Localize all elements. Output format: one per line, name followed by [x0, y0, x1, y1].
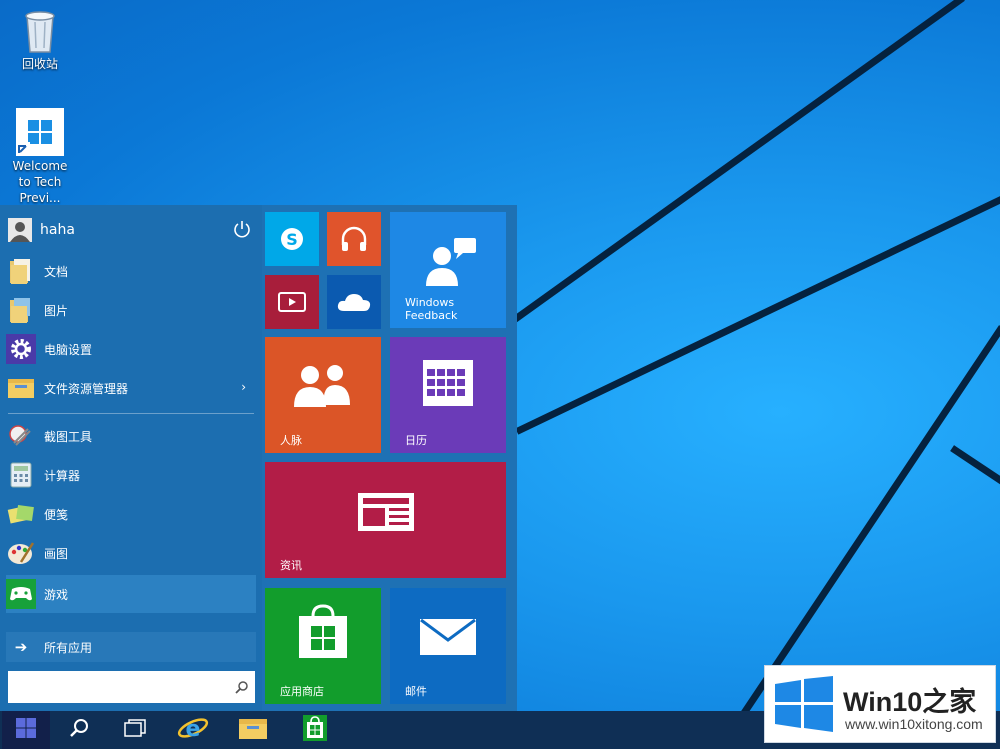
store-bag-icon — [265, 588, 381, 704]
svg-text:e: e — [186, 717, 201, 742]
tile-mail[interactable]: 邮件 — [390, 588, 506, 704]
windows-logo-icon — [773, 676, 835, 732]
start-menu: haha 文档 图片 电脑设置 文件资源管理器 › 截图工具 计算器 便笺 画图… — [0, 205, 517, 711]
all-apps-button[interactable]: ➔ 所有应用 — [6, 632, 256, 662]
menu-item-file-explorer[interactable]: 文件资源管理器 › — [6, 370, 256, 406]
svg-text:S: S — [286, 230, 298, 249]
menu-item-label: 画图 — [44, 546, 69, 561]
menu-item-label: 计算器 — [44, 468, 81, 483]
internet-explorer-button[interactable]: e — [170, 711, 216, 749]
desktop: 回收站 Welcome to Tech Previ... haha 文档 图片 … — [0, 0, 1000, 749]
menu-item-label: 文件资源管理器 — [44, 381, 129, 396]
sticky-notes-icon — [6, 499, 36, 529]
divider — [8, 413, 254, 414]
tile-calendar[interactable]: 日历 — [390, 337, 506, 453]
menu-item-documents[interactable]: 文档 — [6, 253, 256, 289]
menu-item-label: 文档 — [44, 264, 69, 279]
search-icon — [68, 717, 90, 743]
paint-icon — [6, 538, 36, 568]
recycle-bin-label: 回收站 — [21, 57, 58, 71]
tile-people[interactable]: 人脉 — [265, 337, 381, 453]
tile-video[interactable] — [265, 275, 319, 329]
menu-item-label: 图片 — [44, 303, 69, 318]
menu-item-games[interactable]: 游戏 — [6, 575, 256, 613]
user-name: haha — [40, 222, 75, 238]
menu-item-pc-settings[interactable]: 电脑设置 — [6, 331, 256, 367]
news-icon — [265, 462, 506, 578]
documents-folder-icon — [6, 256, 36, 286]
windows-logo-icon — [16, 108, 64, 156]
tile-news[interactable]: 资讯 — [265, 462, 506, 578]
task-view-icon — [123, 718, 147, 742]
watermark-logo: Win10之家 www.win10xitong.com — [764, 665, 996, 743]
menu-item-snipping-tool[interactable]: 截图工具 — [6, 418, 256, 454]
chevron-right-icon[interactable]: › — [241, 380, 246, 394]
start-menu-left-pane: haha 文档 图片 电脑设置 文件资源管理器 › 截图工具 计算器 便笺 画图… — [0, 205, 262, 711]
menu-item-sticky-notes[interactable]: 便笺 — [6, 496, 256, 532]
arrow-right-icon: ➔ — [14, 638, 28, 656]
start-search-input[interactable] — [8, 671, 255, 703]
start-button[interactable] — [2, 711, 50, 749]
settings-gear-icon — [6, 334, 36, 364]
user-account-button[interactable]: haha — [8, 213, 256, 247]
menu-item-label: 电脑设置 — [44, 342, 93, 357]
feedback-icon — [390, 212, 506, 328]
recycle-bin-shortcut[interactable]: 回收站 — [2, 8, 78, 72]
mail-icon — [390, 588, 506, 704]
snipping-tool-icon — [6, 421, 36, 451]
file-explorer-button[interactable] — [230, 711, 276, 749]
cloud-icon — [327, 275, 381, 329]
people-icon — [265, 337, 381, 453]
video-icon — [265, 275, 319, 329]
tile-music[interactable] — [327, 212, 381, 266]
menu-item-pictures[interactable]: 图片 — [6, 292, 256, 328]
store-bag-icon — [302, 714, 328, 746]
pictures-folder-icon — [6, 295, 36, 325]
store-button[interactable] — [292, 711, 338, 749]
tile-skype[interactable]: S — [265, 212, 319, 266]
search-icon — [235, 679, 249, 694]
watermark-url: www.win10xitong.com — [845, 716, 983, 732]
windows-logo-icon — [15, 717, 37, 743]
watermark-title: Win10之家 — [843, 687, 977, 717]
calendar-icon — [390, 337, 506, 453]
menu-item-paint[interactable]: 画图 — [6, 535, 256, 571]
recycle-bin-icon — [22, 8, 58, 54]
search-button[interactable] — [56, 711, 102, 749]
user-avatar-icon — [8, 218, 32, 242]
internet-explorer-icon: e — [177, 713, 209, 747]
menu-item-label: 截图工具 — [44, 429, 93, 444]
file-explorer-icon — [6, 373, 36, 403]
folder-icon — [238, 716, 268, 744]
menu-item-calculator[interactable]: 计算器 — [6, 457, 256, 493]
tile-onedrive[interactable] — [327, 275, 381, 329]
tile-store[interactable]: 应用商店 — [265, 588, 381, 704]
games-icon — [6, 579, 36, 609]
welcome-tech-preview-shortcut[interactable]: Welcome to Tech Previ... — [2, 108, 78, 206]
skype-icon: S — [265, 212, 319, 266]
all-apps-label: 所有应用 — [44, 640, 93, 655]
welcome-label: Welcome to Tech Previ... — [12, 159, 68, 205]
tile-windows-feedback[interactable]: Windows Feedback — [390, 212, 506, 328]
power-icon[interactable] — [232, 219, 252, 239]
task-view-button[interactable] — [112, 711, 158, 749]
menu-item-label: 便笺 — [44, 507, 69, 522]
headphones-icon — [327, 212, 381, 266]
menu-item-label: 游戏 — [44, 587, 69, 602]
calculator-icon — [6, 460, 36, 490]
